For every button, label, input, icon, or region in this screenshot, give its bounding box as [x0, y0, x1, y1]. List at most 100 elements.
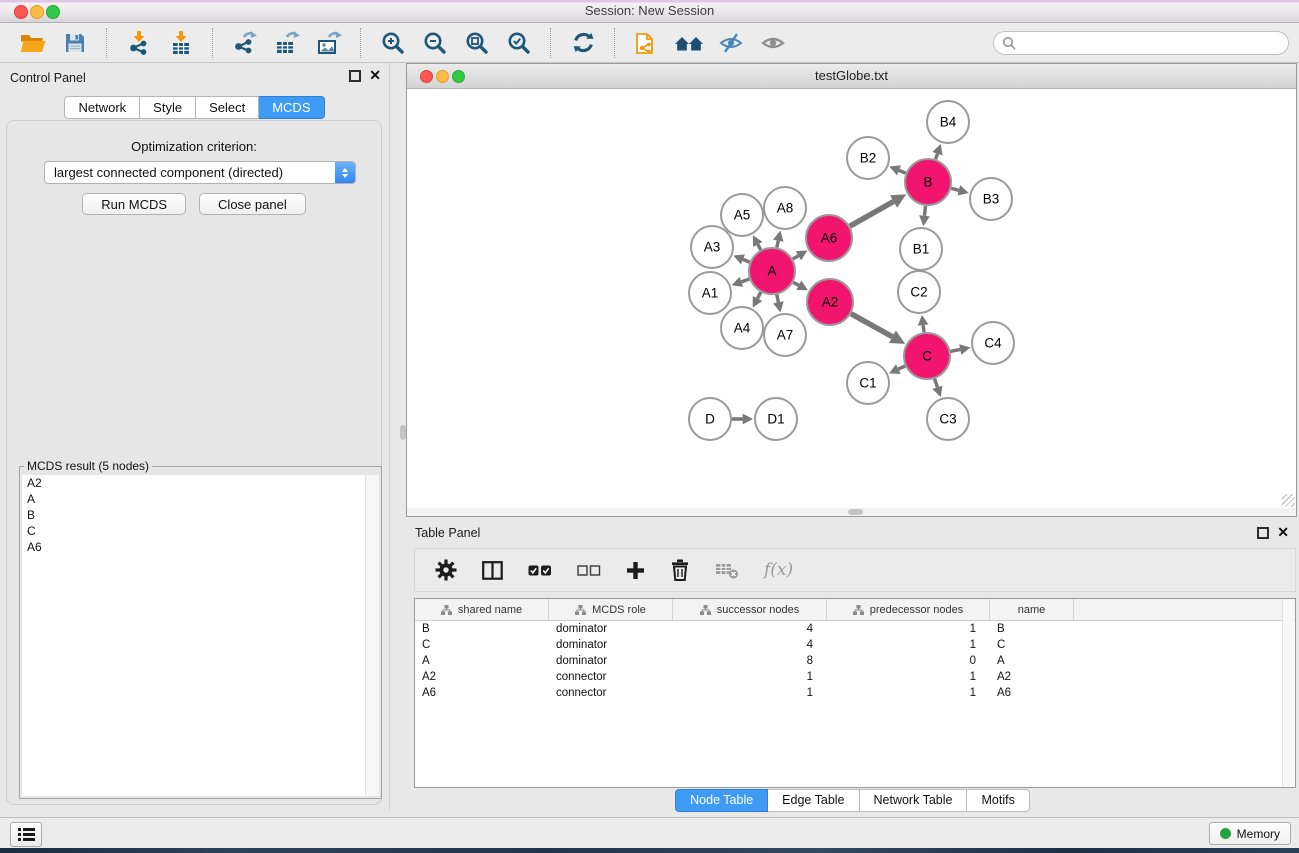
graph-edge-A-A7[interactable] [777, 295, 779, 303]
tab-style[interactable]: Style [140, 96, 196, 119]
graph-edge-B-B3[interactable] [951, 188, 959, 190]
graph-edge-A-A6[interactable] [793, 256, 799, 259]
table-cell[interactable]: 4 [673, 637, 827, 653]
tab-network-table[interactable]: Network Table [860, 789, 968, 812]
close-table-panel-icon[interactable]: ✕ [1277, 524, 1289, 540]
search-field[interactable] [993, 31, 1289, 55]
table-scrollbar[interactable] [1282, 600, 1294, 786]
table-cell[interactable]: A6 [990, 685, 1074, 701]
column-header-MCDS-role[interactable]: MCDS role [549, 599, 673, 620]
tab-edge-table[interactable]: Edge Table [768, 789, 859, 812]
mcds-result-item[interactable]: A [22, 491, 366, 507]
graph-edge-C-C3[interactable] [935, 379, 938, 388]
graph-edge-A-A3[interactable] [743, 259, 750, 262]
graph-edge-C-C2[interactable] [923, 325, 924, 332]
home-view-button[interactable] [674, 28, 704, 58]
table-settings-button[interactable] [435, 559, 457, 581]
table-cell[interactable]: 1 [673, 685, 827, 701]
network-resize-grip[interactable] [1282, 494, 1295, 507]
graph-edge-C-C1[interactable] [898, 366, 905, 369]
table-row[interactable]: Cdominator41C [415, 637, 1295, 653]
graph-edge-A-A5[interactable] [758, 244, 761, 249]
column-header-shared-name[interactable]: shared name [415, 599, 549, 620]
table-cell[interactable]: 1 [827, 685, 990, 701]
table-cell[interactable]: A2 [990, 669, 1074, 685]
table-cell[interactable]: B [415, 621, 549, 637]
float-table-panel-icon[interactable] [1257, 527, 1269, 539]
criterion-select[interactable]: largest connected component (directed) [44, 161, 356, 184]
table-cell[interactable]: 1 [827, 669, 990, 685]
network-canvas[interactable]: AA1A2A3A4A5A6A7A8BB1B2B3B4CC1C2C3C4DD1 [407, 89, 1296, 510]
table-cell[interactable]: 1 [827, 621, 990, 637]
hide-graphics-details-button[interactable] [716, 28, 746, 58]
delete-column-button[interactable] [670, 559, 690, 581]
close-panel-icon[interactable]: ✕ [369, 67, 381, 83]
mcds-result-scrollbar[interactable] [365, 475, 379, 796]
close-panel-button[interactable]: Close panel [199, 193, 306, 215]
column-header-name[interactable]: name [990, 599, 1074, 620]
export-network-button[interactable] [230, 28, 260, 58]
table-cell[interactable]: dominator [549, 621, 673, 637]
table-cell[interactable]: A [415, 653, 549, 669]
table-row[interactable]: Bdominator41B [415, 621, 1295, 637]
save-session-button[interactable] [60, 28, 90, 58]
float-panel-icon[interactable] [349, 70, 361, 82]
table-cell[interactable]: 4 [673, 621, 827, 637]
import-table-button[interactable] [166, 28, 196, 58]
zoom-selected-button[interactable] [504, 28, 534, 58]
zoom-fit-button[interactable] [462, 28, 492, 58]
export-image-button[interactable] [314, 28, 344, 58]
graph-edge-A-A4[interactable] [758, 292, 761, 298]
graph-edge-A-A8[interactable] [777, 241, 778, 248]
network-horizontal-scrollbar[interactable] [407, 508, 1296, 516]
tab-network[interactable]: Network [64, 96, 140, 119]
table-cell[interactable]: 0 [827, 653, 990, 669]
task-history-button[interactable] [10, 822, 42, 847]
table-cell[interactable]: A [990, 653, 1074, 669]
mcds-result-list[interactable]: A2ABCA6 [22, 475, 366, 796]
table-cell[interactable]: C [990, 637, 1074, 653]
graph-edge-A2-C[interactable] [851, 314, 892, 337]
mcds-result-item[interactable]: A6 [22, 539, 366, 555]
graph-edge-A-A2[interactable] [793, 282, 799, 285]
table-cell[interactable]: dominator [549, 653, 673, 669]
graph-edge-B-B4[interactable] [936, 154, 938, 160]
table-row[interactable]: A2connector11A2 [415, 669, 1295, 685]
show-column-button[interactable] [482, 561, 503, 580]
zoom-in-button[interactable] [378, 28, 408, 58]
mcds-result-item[interactable]: B [22, 507, 366, 523]
export-table-button[interactable] [272, 28, 302, 58]
search-input[interactable] [1021, 35, 1280, 51]
graph-edge-B-B1[interactable] [924, 206, 925, 216]
tab-motifs[interactable]: Motifs [967, 789, 1029, 812]
table-cell[interactable]: connector [549, 669, 673, 685]
table-cell[interactable]: A6 [415, 685, 549, 701]
select-all-columns-button[interactable] [528, 565, 552, 576]
table-cell[interactable]: 8 [673, 653, 827, 669]
graph-edge-C-C4[interactable] [951, 349, 961, 351]
table-cell[interactable]: A2 [415, 669, 549, 685]
import-network-button[interactable] [124, 28, 154, 58]
table-cell[interactable]: 1 [673, 669, 827, 685]
table-cell[interactable]: C [415, 637, 549, 653]
network-canvas-svg[interactable]: AA1A2A3A4A5A6A7A8BB1B2B3B4CC1C2C3C4DD1 [407, 89, 1296, 509]
show-graphics-details-button[interactable] [758, 28, 788, 58]
network-horizontal-scroll-thumb[interactable] [848, 509, 863, 515]
tab-mcds[interactable]: MCDS [259, 96, 324, 119]
graph-edge-B-B2[interactable] [899, 170, 906, 173]
run-mcds-button[interactable]: Run MCDS [82, 193, 186, 215]
table-row[interactable]: Adominator80A [415, 653, 1295, 669]
table-cell[interactable]: 1 [827, 637, 990, 653]
function-builder-button[interactable]: f(x) [764, 560, 793, 580]
graph-edge-A6-B[interactable] [850, 201, 894, 226]
tab-select[interactable]: Select [196, 96, 259, 119]
column-header-predecessor-nodes[interactable]: predecessor nodes [827, 599, 990, 620]
create-column-button[interactable] [626, 561, 645, 580]
zoom-out-button[interactable] [420, 28, 450, 58]
table-cell[interactable]: connector [549, 685, 673, 701]
column-header-successor-nodes[interactable]: successor nodes [673, 599, 827, 620]
refresh-view-button[interactable] [568, 28, 598, 58]
graph-edge-A-A1[interactable] [741, 279, 749, 282]
tab-node-table[interactable]: Node Table [675, 789, 768, 812]
unselect-all-columns-button[interactable] [577, 565, 601, 576]
